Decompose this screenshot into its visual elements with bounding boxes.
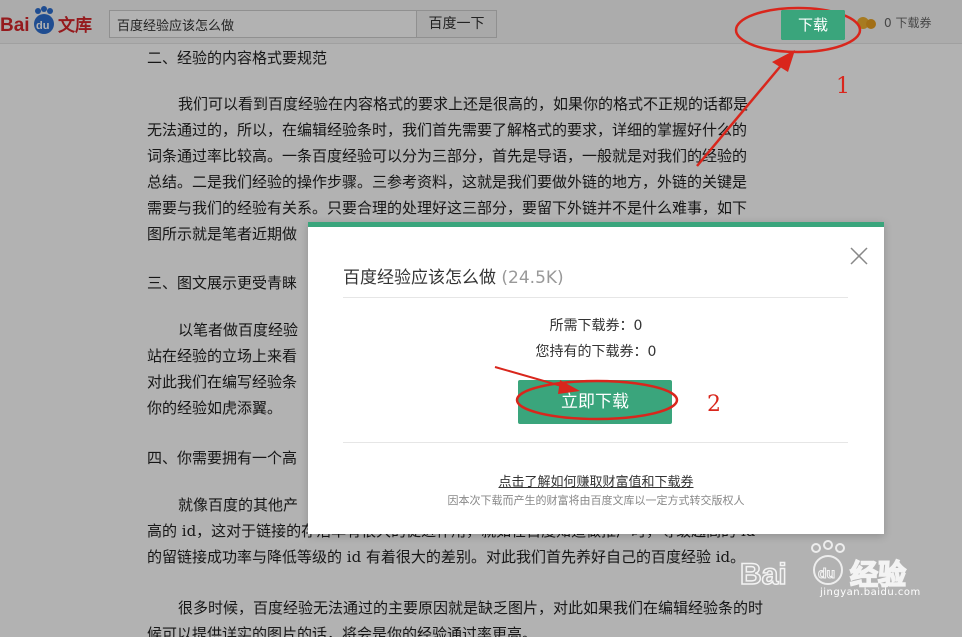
document-title: 百度经验应该怎么做 (343, 268, 496, 288)
baidu-jingyan-watermark: Bai du 经验 (739, 540, 907, 592)
step-number-2: 2 (707, 392, 721, 417)
earn-coupons-link[interactable]: 点击了解如何赚取财富值和下载券 (308, 471, 884, 490)
owned-coupons: 您持有的下载券：0 (535, 344, 657, 360)
download-dialog: 百度经验应该怎么做 (24.5K) 所需下载券：0 您持有的下载券：0 立即下载… (308, 222, 884, 534)
download-now-button[interactable]: 立即下载 (518, 380, 672, 424)
download-button-highlight[interactable]: 下载 (781, 10, 845, 40)
watermark-url: jingyan.baidu.com (820, 587, 921, 598)
svg-text:du: du (818, 565, 835, 581)
divider (343, 297, 848, 298)
step-number-1: 1 (836, 74, 850, 99)
dialog-title: 百度经验应该怎么做 (24.5K) (343, 263, 564, 288)
divider (343, 442, 848, 443)
file-size: (24.5K) (501, 268, 564, 288)
copyright-note: 因本次下载而产生的财富将由百度文库以一定方式转交版权人 (447, 494, 745, 507)
close-icon[interactable] (849, 246, 869, 266)
required-coupons: 所需下载券：0 (549, 318, 643, 334)
svg-text:Bai: Bai (740, 558, 787, 591)
